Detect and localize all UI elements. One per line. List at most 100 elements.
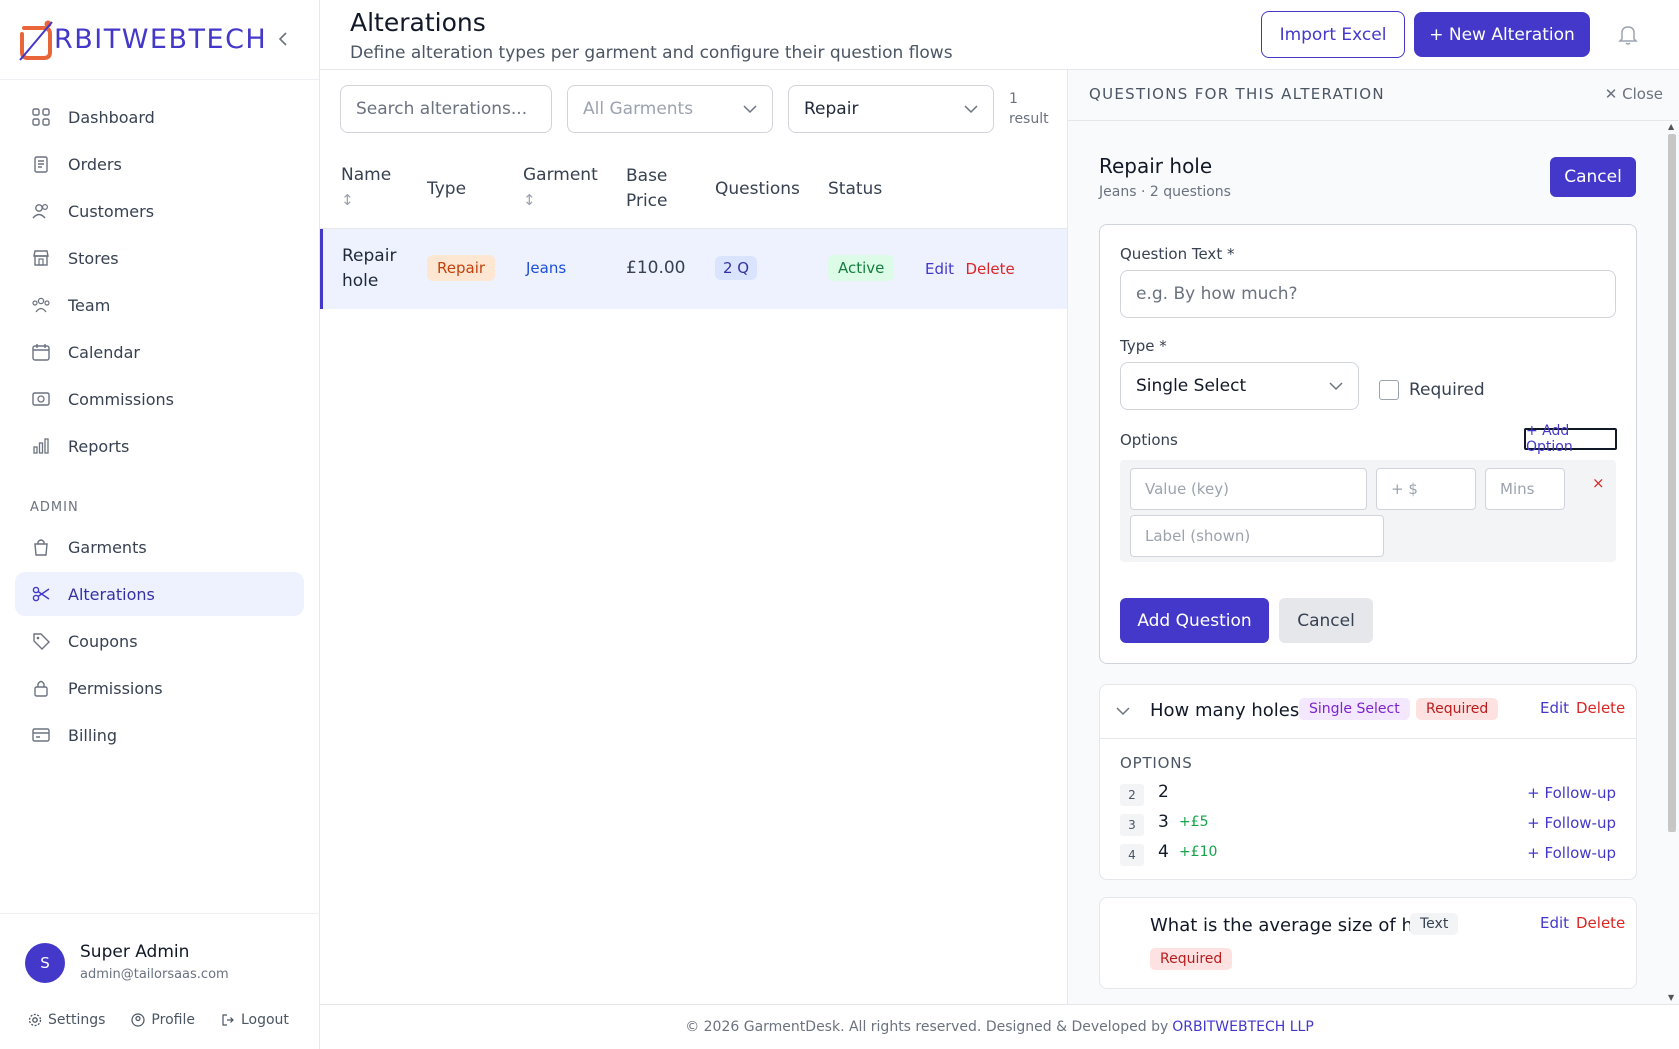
col-name[interactable]: Name ↕: [341, 163, 391, 213]
required-checkbox-box[interactable]: [1379, 380, 1399, 400]
sidebar-item-label: Reports: [68, 436, 130, 456]
add-follow-up-link[interactable]: + Follow-up: [1527, 784, 1616, 802]
sidebar-item-stores[interactable]: Stores: [15, 236, 304, 280]
main-nav: Dashboard Orders Customers Stores Team C…: [0, 80, 319, 757]
scroll-thumb[interactable]: [1668, 134, 1676, 832]
list-item: 3 3 +£5 + Follow-up: [1120, 812, 1616, 838]
user-email: admin@tailorsaas.com: [80, 967, 229, 982]
sort-icon[interactable]: ↕: [341, 188, 391, 213]
question-title: What is the average size of hole?: [1150, 915, 1450, 936]
delete-question-link[interactable]: Delete: [1576, 914, 1625, 932]
question-title: How many holes?: [1150, 700, 1309, 721]
brand-logo[interactable]: RBITWEBTECH: [18, 18, 267, 62]
question-type-select[interactable]: Single Select: [1120, 362, 1359, 410]
type-badge: Repair: [427, 255, 496, 281]
table-header: Name ↕ Type Garment ↕ Base Price Questio…: [320, 150, 1068, 229]
bell-icon[interactable]: [1616, 22, 1642, 48]
close-label: Close: [1622, 85, 1663, 103]
result-count: 1 result: [1009, 85, 1049, 129]
add-follow-up-link[interactable]: + Follow-up: [1527, 844, 1616, 862]
commissions-icon: [30, 388, 52, 410]
logout-link[interactable]: Logout: [221, 1012, 289, 1028]
type-label: Type *: [1120, 337, 1167, 355]
sidebar-item-orders[interactable]: Orders: [15, 142, 304, 186]
add-option-button[interactable]: + Add Option: [1524, 423, 1617, 455]
alteration-name: Repair hole: [1099, 154, 1213, 178]
new-alteration-button[interactable]: + New Alteration: [1414, 12, 1590, 57]
list-item: 4 4 +£10 + Follow-up: [1120, 842, 1616, 868]
card-icon: [30, 724, 52, 746]
remove-option-icon[interactable]: ×: [1592, 474, 1605, 492]
list-item: 2 2 + Follow-up: [1120, 782, 1616, 808]
close-icon: ✕: [1604, 85, 1618, 103]
edit-question-link[interactable]: Edit: [1540, 914, 1569, 932]
collapse-sidebar-button[interactable]: [272, 28, 294, 50]
option-mins-input[interactable]: Mins: [1485, 468, 1565, 510]
footer-text: © 2026 GarmentDesk. All rights reserved.…: [685, 1019, 1169, 1035]
required-checkbox[interactable]: Required: [1379, 380, 1485, 400]
avatar[interactable]: S: [25, 943, 65, 983]
add-question-button[interactable]: Add Question: [1120, 598, 1269, 643]
option-label-input[interactable]: Label (shown): [1130, 515, 1384, 557]
sort-icon[interactable]: ↕: [523, 188, 598, 213]
garment-filter-value: All Garments: [583, 99, 694, 119]
edit-row-link[interactable]: Edit: [925, 260, 954, 278]
sidebar-item-dashboard[interactable]: Dashboard: [15, 95, 304, 139]
scissors-icon: [30, 583, 52, 605]
sidebar-item-alterations[interactable]: Alterations: [15, 572, 304, 616]
garment-filter-select[interactable]: All Garments: [567, 85, 773, 133]
delete-row-link[interactable]: Delete: [965, 260, 1014, 278]
sidebar-item-garments[interactable]: Garments: [15, 525, 304, 569]
profile-link[interactable]: Profile: [131, 1012, 195, 1028]
sidebar-item-permissions[interactable]: Permissions: [15, 666, 304, 710]
chevron-down-icon: [964, 105, 978, 114]
option-value-input[interactable]: Value (key): [1130, 468, 1367, 510]
admin-section-heading: ADMIN: [30, 500, 79, 515]
scroll-up-arrow[interactable]: ▲: [1668, 122, 1674, 131]
import-excel-button[interactable]: Import Excel: [1261, 11, 1405, 58]
page-header: Alterations Define alteration types per …: [320, 0, 1679, 70]
sidebar-item-commissions[interactable]: Commissions: [15, 377, 304, 421]
row-type: Repair: [427, 255, 496, 281]
question-form: Question Text * e.g. By how much? Type *…: [1099, 224, 1637, 664]
option-price-input[interactable]: + $: [1376, 468, 1476, 510]
sidebar-item-label: Customers: [68, 201, 155, 221]
sidebar-item-label: Permissions: [68, 678, 163, 698]
sidebar-item-coupons[interactable]: Coupons: [15, 619, 304, 663]
col-garment[interactable]: Garment ↕: [523, 163, 598, 213]
sidebar-item-reports[interactable]: Reports: [15, 424, 304, 468]
type-filter-select[interactable]: Repair: [788, 85, 994, 133]
sidebar-item-customers[interactable]: Customers: [15, 189, 304, 233]
user-block: S Super Admin admin@tailorsaas.com Setti…: [0, 913, 320, 1049]
cancel-question-button[interactable]: Cancel: [1279, 598, 1373, 643]
close-panel-button[interactable]: ✕ Close: [1605, 85, 1663, 103]
option-value: 3: [1158, 812, 1169, 832]
cancel-edit-button[interactable]: Cancel: [1550, 157, 1636, 197]
customers-icon: [30, 200, 52, 222]
panel-scrollbar[interactable]: ▲ ▼: [1668, 122, 1676, 1002]
chevron-down-icon[interactable]: [1116, 702, 1130, 720]
panel-title: QUESTIONS FOR THIS ALTERATION: [1089, 85, 1385, 103]
sidebar-item-label: Stores: [68, 248, 119, 268]
edit-question-link[interactable]: Edit: [1540, 699, 1569, 717]
option-editor: Value (key) + $ Mins × Label (shown): [1120, 460, 1616, 562]
sidebar-item-label: Team: [68, 295, 111, 315]
options-heading: OPTIONS: [1120, 754, 1193, 772]
chevron-left-icon: [278, 32, 287, 46]
search-input[interactable]: Search alterations...: [340, 85, 552, 133]
row-name-line-1: Repair: [342, 246, 397, 266]
sidebar-item-team[interactable]: Team: [15, 283, 304, 327]
option-number: 2: [1120, 784, 1144, 806]
col-base-price: Base Price: [626, 164, 667, 214]
settings-link[interactable]: Settings: [28, 1012, 105, 1028]
footer-brand-link[interactable]: ORBITWEBTECH LLP: [1172, 1019, 1314, 1035]
question-text-input[interactable]: e.g. By how much?: [1120, 270, 1616, 318]
table-row[interactable]: Repair hole Repair Jeans £10.00 2 Q Acti…: [320, 229, 1068, 309]
sidebar-item-calendar[interactable]: Calendar: [15, 330, 304, 374]
question-type-value: Single Select: [1136, 376, 1247, 396]
delete-question-link[interactable]: Delete: [1576, 699, 1625, 717]
sidebar-item-billing[interactable]: Billing: [15, 713, 304, 757]
add-follow-up-link[interactable]: + Follow-up: [1527, 814, 1616, 832]
scroll-down-arrow[interactable]: ▼: [1668, 993, 1674, 1002]
required-checkbox-label: Required: [1409, 380, 1485, 400]
